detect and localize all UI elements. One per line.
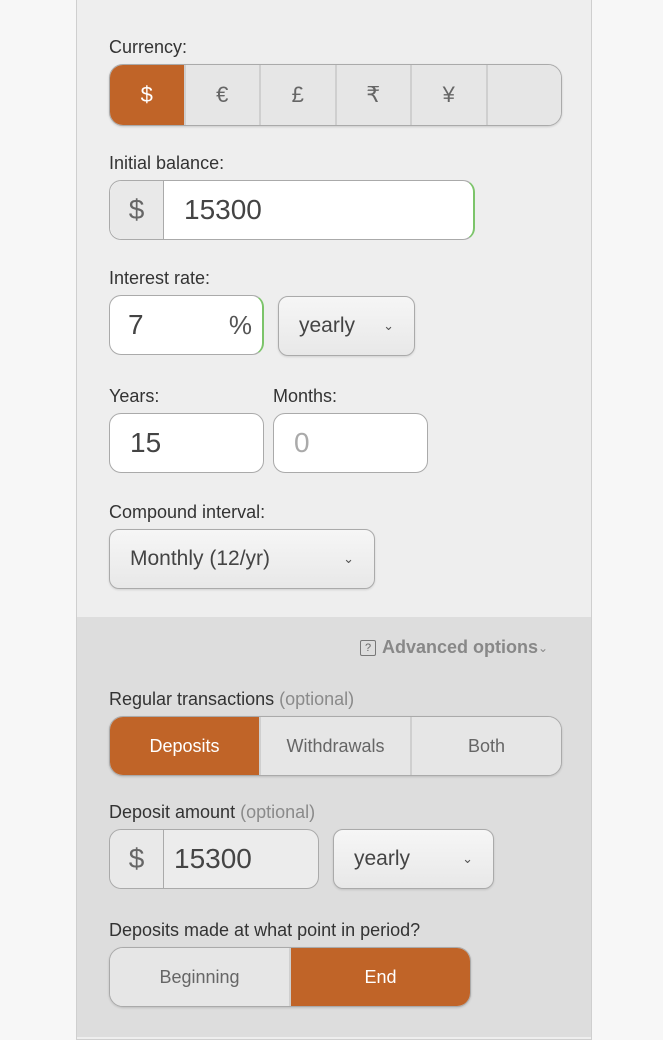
currency-inr[interactable]: ₹ bbox=[336, 65, 412, 125]
years-label: Years: bbox=[109, 386, 160, 406]
deposit-timing-label: Deposits made at what point in period? bbox=[109, 920, 421, 940]
compound-interval-label: Compound interval: bbox=[109, 502, 266, 522]
currency-label: Currency: bbox=[109, 37, 188, 57]
percent-suffix: % bbox=[228, 309, 252, 340]
timing-end[interactable]: End bbox=[291, 948, 470, 1006]
currency-other[interactable] bbox=[487, 65, 561, 125]
deposit-amount-text: Deposit amount bbox=[109, 802, 236, 822]
currency-jpy[interactable]: ¥ bbox=[412, 65, 488, 125]
advanced-options-label[interactable]: Advanced options bbox=[382, 637, 538, 658]
deposit-amount-label: Deposit amount (optional) bbox=[109, 802, 315, 823]
months-field[interactable]: 0 bbox=[273, 413, 428, 473]
interest-rate-label: Interest rate: bbox=[109, 268, 211, 288]
transaction-withdrawals[interactable]: Withdrawals bbox=[261, 717, 412, 775]
initial-balance-field[interactable]: $ 15300 bbox=[109, 180, 475, 240]
months-placeholder[interactable]: 0 bbox=[294, 427, 310, 459]
interest-rate-field[interactable]: 7 % bbox=[109, 295, 264, 355]
interest-rate-value[interactable]: 7 bbox=[128, 309, 144, 341]
deposit-timing-selector: Beginning End bbox=[109, 947, 471, 1007]
interest-period-value: yearly bbox=[299, 314, 356, 337]
chevron-down-icon: ⌄ bbox=[343, 551, 354, 566]
optional-hint: (optional) bbox=[279, 689, 355, 709]
deposit-amount-field[interactable]: $ 15300 bbox=[109, 829, 319, 889]
initial-balance-label: Initial balance: bbox=[109, 153, 225, 173]
advanced-options-toggle[interactable]: ? Advanced options ⌄ bbox=[360, 637, 548, 658]
transaction-deposits[interactable]: Deposits bbox=[110, 717, 261, 775]
deposit-period-select[interactable]: yearly ⌄ bbox=[333, 829, 494, 889]
months-label: Months: bbox=[273, 386, 338, 406]
currency-eur[interactable]: € bbox=[185, 65, 261, 125]
chevron-down-icon: ⌄ bbox=[383, 318, 394, 333]
transaction-both[interactable]: Both bbox=[412, 717, 561, 775]
regular-transactions-text: Regular transactions bbox=[109, 689, 275, 709]
dollar-prefix: $ bbox=[110, 181, 164, 239]
years-value[interactable]: 15 bbox=[130, 427, 161, 459]
compound-interval-select[interactable]: Monthly (12/yr) ⌄ bbox=[109, 529, 375, 589]
currency-usd[interactable]: $ bbox=[110, 65, 186, 125]
years-field[interactable]: 15 bbox=[109, 413, 264, 473]
currency-gbp[interactable]: £ bbox=[261, 65, 337, 125]
help-icon[interactable]: ? bbox=[360, 639, 376, 656]
interest-period-select[interactable]: yearly ⌄ bbox=[278, 296, 415, 356]
compound-interval-value: Monthly (12/yr) bbox=[130, 547, 271, 570]
optional-hint: (optional) bbox=[240, 802, 316, 822]
regular-transactions-label: Regular transactions (optional) bbox=[109, 689, 354, 710]
deposit-period-value: yearly bbox=[354, 847, 411, 870]
dollar-prefix: $ bbox=[110, 830, 164, 888]
chevron-down-icon: ⌄ bbox=[538, 640, 549, 655]
initial-balance-value[interactable]: 15300 bbox=[164, 194, 262, 226]
timing-beginning[interactable]: Beginning bbox=[110, 948, 291, 1006]
transaction-type-selector: Deposits Withdrawals Both bbox=[109, 716, 562, 776]
chevron-down-icon: ⌄ bbox=[462, 851, 473, 866]
currency-selector: $ € £ ₹ ¥ bbox=[109, 64, 562, 126]
deposit-amount-value[interactable]: 15300 bbox=[164, 843, 252, 875]
